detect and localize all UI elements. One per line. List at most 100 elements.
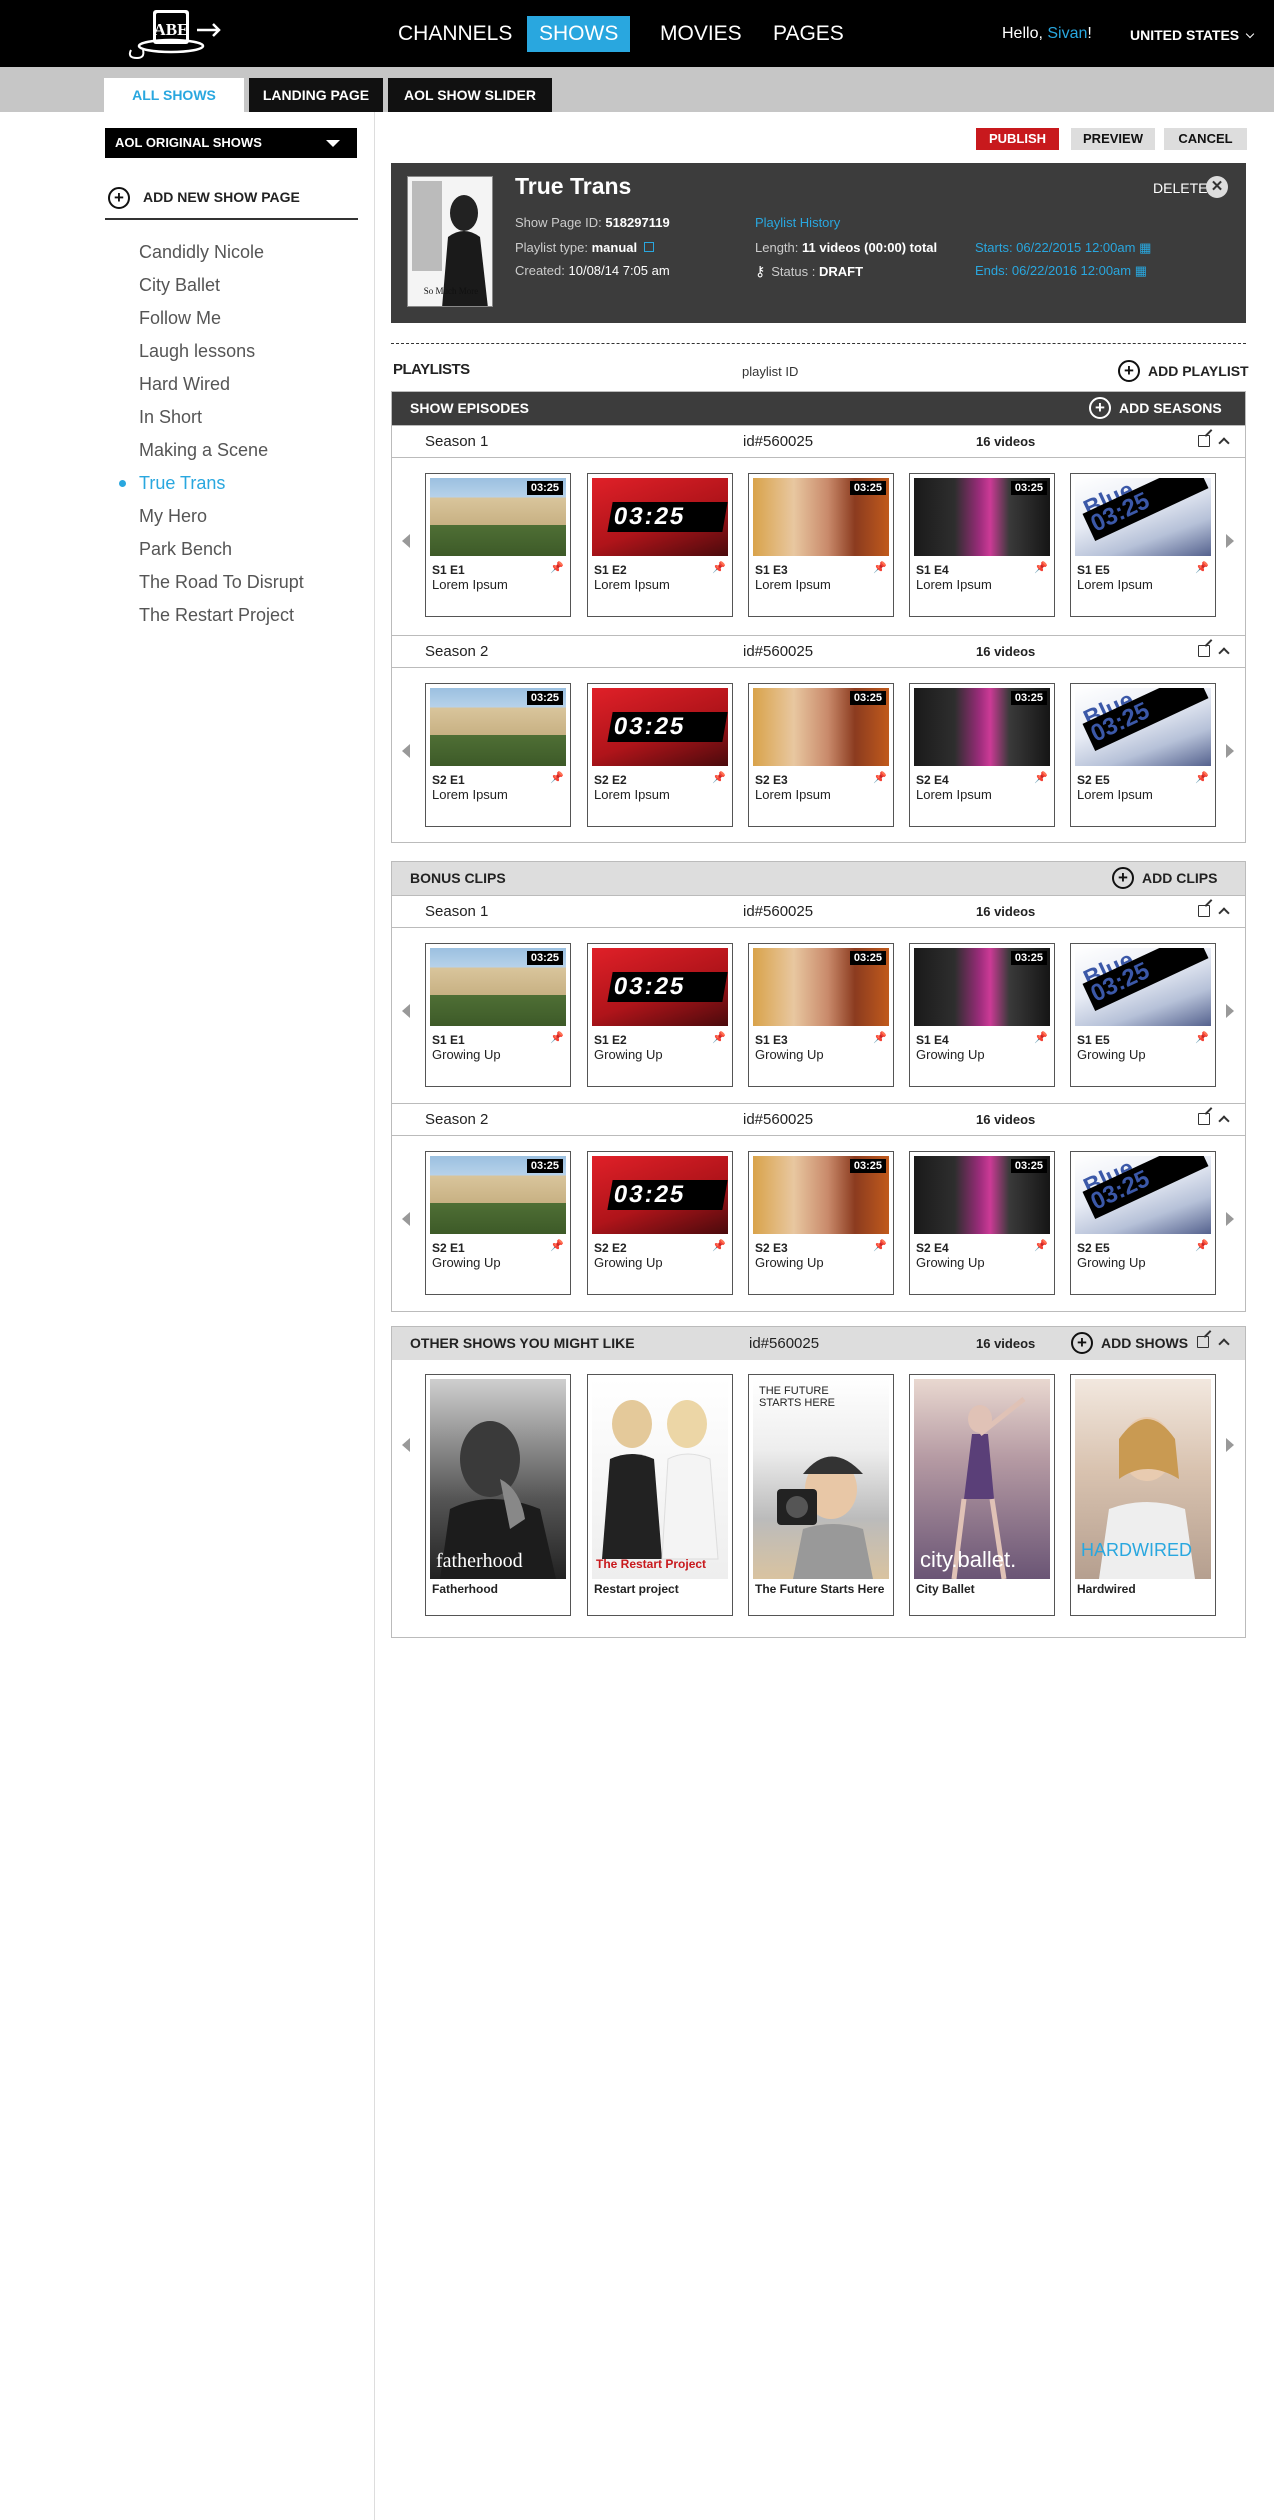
video-card[interactable]: 03:25 S1 E4 Lorem Ipsum 📌 — [909, 473, 1055, 617]
video-card[interactable]: 03:25 S1 E1 Growing Up 📌 — [425, 943, 571, 1087]
season-row[interactable]: Season 2 id#560025 16 videos — [392, 635, 1245, 668]
pin-icon[interactable]: 📌 — [712, 1239, 726, 1252]
preview-button[interactable]: PREVIEW — [1071, 128, 1155, 150]
tab-landing-page[interactable]: LANDING PAGE — [249, 78, 383, 112]
carousel-prev-icon[interactable] — [402, 1004, 410, 1018]
recommended-show-card[interactable]: THE FUTURE STARTS HERE The Future Starts… — [748, 1374, 894, 1616]
video-card[interactable]: 03:25 S2 E3 Growing Up 📌 — [748, 1151, 894, 1295]
video-card[interactable]: 03:25 S2 E4 Growing Up 📌 — [909, 1151, 1055, 1295]
video-card[interactable]: 03:25 S1 E3 Growing Up 📌 — [748, 943, 894, 1087]
start-date[interactable]: Starts: 06/22/2015 12:00am ▦ — [975, 240, 1151, 256]
delete-label[interactable]: DELETE — [1153, 180, 1207, 196]
carousel-prev-icon[interactable] — [402, 744, 410, 758]
recommended-show-card[interactable]: fatherhood Fatherhood — [425, 1374, 571, 1616]
collapse-chevron-icon[interactable] — [1218, 647, 1230, 659]
pin-icon[interactable]: 📌 — [712, 1031, 726, 1044]
pin-icon[interactable]: 📌 — [712, 771, 726, 784]
collapse-chevron-icon[interactable] — [1218, 1115, 1230, 1127]
video-card[interactable]: Blue03:25 S2 E5 Growing Up 📌 — [1070, 1151, 1216, 1295]
sidebar-show-item[interactable]: City Ballet — [139, 271, 304, 304]
abe-logo[interactable]: ABE — [125, 6, 225, 62]
collapse-chevron-icon[interactable] — [1218, 907, 1230, 919]
carousel-prev-icon[interactable] — [402, 534, 410, 548]
add-clips-button[interactable]: + ADD CLIPS — [1112, 867, 1217, 889]
pin-icon[interactable]: 📌 — [550, 1031, 564, 1044]
pin-icon[interactable]: 📌 — [873, 561, 887, 574]
pin-icon[interactable]: 📌 — [1195, 561, 1209, 574]
tab-aol-show-slider[interactable]: AOL SHOW SLIDER — [388, 78, 552, 112]
calendar-icon[interactable]: ▦ — [1139, 240, 1151, 255]
nav-movies[interactable]: MOVIES — [648, 16, 754, 52]
country-selector[interactable]: UNITED STATES — [1130, 27, 1255, 43]
video-card[interactable]: NETFLIX03:25 S1 E2 Growing Up 📌 — [587, 943, 733, 1087]
nav-pages[interactable]: PAGES — [761, 16, 856, 52]
add-playlist-button[interactable]: + ADD PLAYLIST — [1118, 360, 1249, 382]
video-card[interactable]: 03:25 S2 E4 Lorem Ipsum 📌 — [909, 683, 1055, 827]
pin-icon[interactable]: 📌 — [1195, 1031, 1209, 1044]
sidebar-show-item[interactable]: My Hero — [139, 502, 304, 535]
sidebar-show-item[interactable]: True Trans — [119, 469, 304, 502]
recommended-show-card[interactable]: HARDWIRED Hardwired — [1070, 1374, 1216, 1616]
video-card[interactable]: Blue03:25 S1 E5 Lorem Ipsum 📌 — [1070, 473, 1216, 617]
video-card[interactable]: 03:25 S1 E3 Lorem Ipsum 📌 — [748, 473, 894, 617]
carousel-prev-icon[interactable] — [402, 1212, 410, 1226]
season-row[interactable]: Season 1 id#560025 16 videos — [392, 895, 1245, 928]
video-card[interactable]: 03:25 S2 E1 Lorem Ipsum 📌 — [425, 683, 571, 827]
add-shows-button[interactable]: + ADD SHOWS — [1071, 1332, 1188, 1354]
pin-icon[interactable]: 📌 — [1034, 771, 1048, 784]
playlist-history-link[interactable]: Playlist History — [755, 215, 840, 230]
carousel-next-icon[interactable] — [1226, 1212, 1234, 1226]
nav-channels[interactable]: CHANNELS — [386, 16, 524, 52]
sidebar-show-item[interactable]: Park Bench — [139, 535, 304, 568]
publish-button[interactable]: PUBLISH — [976, 128, 1059, 150]
pin-icon[interactable]: 📌 — [873, 1239, 887, 1252]
pin-icon[interactable]: 📌 — [873, 1031, 887, 1044]
video-card[interactable]: 03:25 S2 E1 Growing Up 📌 — [425, 1151, 571, 1295]
pin-icon[interactable]: 📌 — [550, 1239, 564, 1252]
sidebar-show-item[interactable]: Candidly Nicole — [139, 238, 304, 271]
video-card[interactable]: NETFLIX03:25 S2 E2 Lorem Ipsum 📌 — [587, 683, 733, 827]
playlist-type-value[interactable]: manual — [592, 240, 638, 255]
video-card[interactable]: 03:25 S2 E3 Lorem Ipsum 📌 — [748, 683, 894, 827]
pin-icon[interactable]: 📌 — [712, 561, 726, 574]
pin-icon[interactable]: 📌 — [550, 771, 564, 784]
pin-icon[interactable]: 📌 — [1034, 561, 1048, 574]
show-category-dropdown[interactable]: AOL ORIGINAL SHOWS — [105, 128, 357, 158]
sidebar-show-item[interactable]: Laugh lessons — [139, 337, 304, 370]
add-seasons-button[interactable]: + ADD SEASONS — [1089, 397, 1222, 419]
video-card[interactable]: 03:25 S1 E1 Lorem Ipsum 📌 — [425, 473, 571, 617]
add-new-show-page-button[interactable]: + ADD NEW SHOW PAGE — [105, 184, 358, 220]
pin-icon[interactable]: 📌 — [1034, 1031, 1048, 1044]
sidebar-show-item[interactable]: Hard Wired — [139, 370, 304, 403]
carousel-next-icon[interactable] — [1226, 534, 1234, 548]
video-card[interactable]: NETFLIX03:25 S1 E2 Lorem Ipsum 📌 — [587, 473, 733, 617]
sidebar-show-item[interactable]: In Short — [139, 403, 304, 436]
sidebar-show-item[interactable]: The Road To Disrupt — [139, 568, 304, 601]
sidebar-show-item[interactable]: Making a Scene — [139, 436, 304, 469]
season-row[interactable]: Season 1 id#560025 16 videos — [392, 425, 1245, 458]
edit-icon[interactable] — [1198, 645, 1210, 657]
pin-icon[interactable]: 📌 — [1034, 1239, 1048, 1252]
tab-all-shows[interactable]: ALL SHOWS — [104, 78, 244, 113]
sidebar-show-item[interactable]: Follow Me — [139, 304, 304, 337]
user-name-link[interactable]: Sivan — [1047, 25, 1087, 42]
pin-icon[interactable]: 📌 — [1195, 771, 1209, 784]
collapse-chevron-icon[interactable] — [1218, 437, 1230, 449]
carousel-next-icon[interactable] — [1226, 1004, 1234, 1018]
edit-icon[interactable] — [1198, 1113, 1210, 1125]
video-card[interactable]: 03:25 S1 E4 Growing Up 📌 — [909, 943, 1055, 1087]
carousel-next-icon[interactable] — [1226, 744, 1234, 758]
recommended-show-card[interactable]: The Restart Project Restart project — [587, 1374, 733, 1616]
video-card[interactable]: NETFLIX03:25 S2 E2 Growing Up 📌 — [587, 1151, 733, 1295]
season-row[interactable]: Season 2 id#560025 16 videos — [392, 1103, 1245, 1136]
pin-icon[interactable]: 📌 — [550, 561, 564, 574]
edit-icon[interactable] — [1198, 435, 1210, 447]
video-card[interactable]: Blue03:25 S1 E5 Growing Up 📌 — [1070, 943, 1216, 1087]
nav-shows[interactable]: SHOWS — [527, 16, 631, 52]
edit-icon[interactable] — [1198, 905, 1210, 917]
edit-icon[interactable] — [1197, 1336, 1209, 1348]
pin-icon[interactable]: 📌 — [1195, 1239, 1209, 1252]
collapse-chevron-icon[interactable] — [1218, 1338, 1230, 1350]
end-date[interactable]: Ends: 06/22/2016 12:00am ▦ — [975, 263, 1147, 279]
pin-icon[interactable]: 📌 — [873, 771, 887, 784]
